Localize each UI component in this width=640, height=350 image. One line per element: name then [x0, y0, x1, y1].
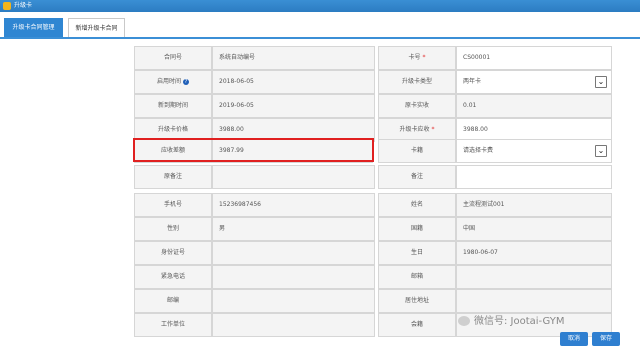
birthday-label: 生日 — [378, 241, 456, 265]
work-unit-value — [212, 313, 375, 337]
phone-value: 15236987456 — [212, 193, 375, 217]
name-label: 姓名 — [378, 193, 456, 217]
watermark: 微信号: Jootai-GYM — [458, 312, 565, 327]
mail-value — [212, 289, 375, 313]
gender-label: 性别 — [134, 217, 212, 241]
chevron-down-icon[interactable]: ⌄ — [595, 145, 607, 157]
orig-note-label: 原备注 — [134, 165, 212, 189]
highlight-box — [133, 138, 374, 162]
window-title: 升级卡 — [14, 2, 33, 9]
card-no-field[interactable]: CS00001 — [456, 46, 612, 70]
nationality-value: 中国 — [456, 217, 612, 241]
wechat-icon — [458, 316, 470, 326]
club-label: 会籍 — [378, 313, 456, 337]
card-tag-select[interactable]: 请选择卡费 ⌄ — [456, 139, 612, 163]
address-label: 居住地址 — [378, 289, 456, 313]
app-icon — [3, 2, 11, 10]
phone-label: 手机号 — [134, 193, 212, 217]
note-label: 备注 — [378, 165, 456, 189]
tab-new-upgrade-contract[interactable]: 新增升级卡合同 — [68, 18, 125, 37]
contract-no-label: 合同号 — [134, 46, 212, 70]
address-value — [456, 289, 612, 313]
enable-time-label: 启用时间? — [134, 70, 212, 94]
help-icon[interactable]: ? — [183, 78, 189, 85]
original-paid-value: 0.01 — [456, 94, 612, 118]
email-value — [456, 265, 612, 289]
mail-label: 邮编 — [134, 289, 212, 313]
email-label: 邮箱 — [378, 265, 456, 289]
upgrade-type-select[interactable]: 两年卡 ⌄ — [456, 70, 612, 94]
orig-note-value — [212, 165, 375, 189]
cancel-button[interactable]: 取消 — [560, 332, 588, 346]
card-no-label: 卡号 * — [378, 46, 456, 70]
nationality-label: 国籍 — [378, 217, 456, 241]
tab-upgrade-contract-management[interactable]: 升级卡合同管理 — [4, 18, 63, 37]
window-titlebar: 升级卡 — [0, 0, 640, 12]
contract-no-value: 系统自动编号 — [212, 46, 375, 70]
gender-value: 男 — [212, 217, 375, 241]
chevron-down-icon[interactable]: ⌄ — [595, 76, 607, 88]
emergency-value — [212, 265, 375, 289]
birthday-value: 1980-06-07 — [456, 241, 612, 265]
new-expire-label: 新到期时间 — [134, 94, 212, 118]
note-field[interactable] — [456, 165, 612, 189]
upgrade-type-label: 升级卡类型 — [378, 70, 456, 94]
name-value: 主流程测试001 — [456, 193, 612, 217]
work-unit-label: 工作单位 — [134, 313, 212, 337]
id-no-value — [212, 241, 375, 265]
save-button[interactable]: 保存 — [592, 332, 620, 346]
id-no-label: 身份证号 — [134, 241, 212, 265]
card-tag-label: 卡籍 — [378, 139, 456, 163]
enable-time-value: 2018-06-05 — [212, 70, 375, 94]
tab-strip: 升级卡合同管理 新增升级卡合同 — [0, 12, 640, 39]
new-expire-value: 2019-06-05 — [212, 94, 375, 118]
emergency-label: 紧急电话 — [134, 265, 212, 289]
original-paid-label: 原卡实收 — [378, 94, 456, 118]
